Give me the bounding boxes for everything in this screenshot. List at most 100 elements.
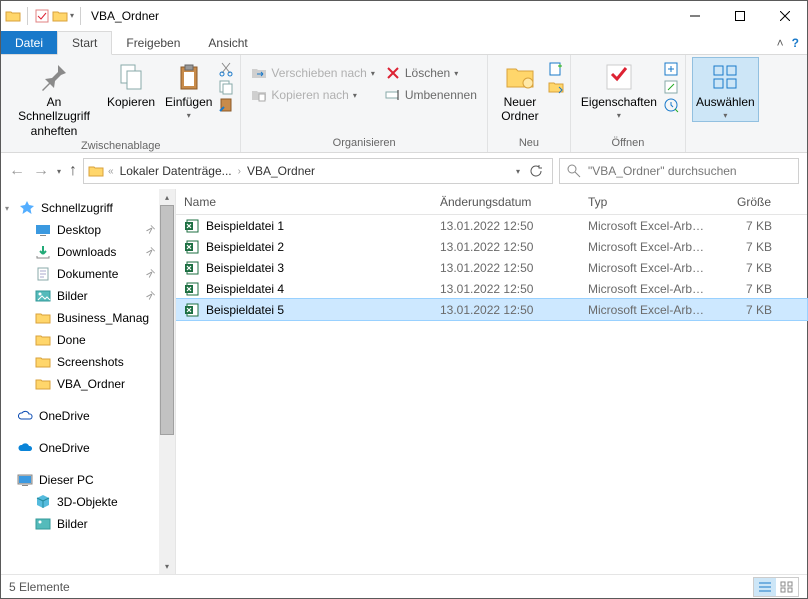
move-to-button[interactable]: Verschieben nach▾	[247, 63, 378, 83]
forward-button: →	[33, 162, 49, 180]
open-icon[interactable]	[663, 61, 679, 77]
easy-access-icon[interactable]	[548, 79, 564, 95]
downloads-icon	[35, 244, 51, 260]
excel-icon	[184, 302, 200, 318]
copyto-icon	[251, 87, 267, 103]
new-item-icon[interactable]	[548, 61, 564, 77]
group-organize-label: Organisieren	[333, 135, 396, 152]
file-type: Microsoft Excel-Arbe...	[580, 303, 714, 317]
new-folder-button[interactable]: Neuer Ordner	[494, 57, 546, 124]
search-box[interactable]: "VBA_Ordner" durchsuchen	[559, 158, 799, 184]
up-button[interactable]: ↑	[69, 162, 77, 180]
col-date[interactable]: Änderungsdatum	[432, 195, 580, 209]
qat-folder-icon[interactable]	[52, 8, 68, 24]
back-button[interactable]: ←	[9, 162, 25, 180]
col-type[interactable]: Typ	[580, 195, 714, 209]
pin-icon: ⊼	[143, 268, 156, 281]
close-button[interactable]	[762, 1, 807, 30]
address-bar[interactable]: « Lokaler Datenträge... › VBA_Ordner ▾	[83, 158, 553, 184]
new-folder-icon	[504, 61, 536, 93]
edit-icon[interactable]	[663, 79, 679, 95]
help-icon[interactable]: ?	[792, 36, 799, 50]
tree-pictures2[interactable]: Bilder	[1, 513, 175, 535]
properties-icon	[603, 61, 635, 93]
history-icon[interactable]	[663, 97, 679, 113]
col-size[interactable]: Größe	[714, 195, 780, 209]
paste-shortcut-icon[interactable]	[218, 97, 234, 113]
qat-dropdown-icon[interactable]: ▾	[70, 11, 74, 20]
file-size: 7 KB	[714, 261, 780, 275]
file-name: Beispieldatei 5	[206, 303, 284, 317]
file-row[interactable]: Beispieldatei 113.01.2022 12:50Microsoft…	[176, 215, 807, 236]
tree-done[interactable]: Done	[1, 329, 175, 351]
pc-icon	[17, 472, 33, 488]
delete-button[interactable]: Löschen▾	[381, 63, 481, 83]
select-icon	[709, 61, 741, 93]
tab-file[interactable]: Datei	[1, 31, 57, 54]
scroll-thumb[interactable]	[160, 205, 174, 435]
file-date: 13.01.2022 12:50	[432, 261, 580, 275]
copy-to-button[interactable]: Kopieren nach▾	[247, 85, 378, 105]
file-row[interactable]: Beispieldatei 413.01.2022 12:50Microsoft…	[176, 278, 807, 299]
search-icon	[566, 163, 582, 179]
tree-desktop[interactable]: Desktop⊼	[1, 219, 175, 241]
properties-button[interactable]: Eigenschaften ▾	[577, 57, 661, 121]
pin-quickaccess-button[interactable]: An Schnellzugriff anheften	[7, 57, 101, 138]
tab-view[interactable]: Ansicht	[194, 31, 261, 54]
tree-downloads[interactable]: Downloads⊼	[1, 241, 175, 263]
breadcrumb-folder[interactable]: VBA_Ordner	[245, 164, 317, 178]
pin-icon	[38, 61, 70, 93]
paste-button[interactable]: Einfügen ▾	[161, 57, 216, 121]
tree-scrollbar[interactable]: ▴ ▾	[159, 189, 175, 574]
file-date: 13.01.2022 12:50	[432, 240, 580, 254]
pin-icon: ⊼	[143, 224, 156, 237]
qat-checkbox-icon[interactable]	[34, 8, 50, 24]
ribbon-collapse-icon[interactable]: ˄	[777, 36, 784, 50]
tree-vba[interactable]: VBA_Ordner	[1, 373, 175, 395]
refresh-button[interactable]	[524, 164, 548, 178]
history-dropdown[interactable]: ▾	[57, 167, 61, 176]
tree-business[interactable]: Business_Manag	[1, 307, 175, 329]
tree-onedrive2[interactable]: OneDrive	[1, 437, 175, 459]
col-name[interactable]: Name	[176, 195, 432, 209]
title-bar: ▾ VBA_Ordner	[1, 1, 807, 31]
tab-start[interactable]: Start	[57, 31, 112, 55]
file-size: 7 KB	[714, 282, 780, 296]
nav-tree: ▾Schnellzugriff Desktop⊼ Downloads⊼ Doku…	[1, 189, 176, 574]
tree-thispc[interactable]: Dieser PC	[1, 469, 175, 491]
file-row[interactable]: Beispieldatei 313.01.2022 12:50Microsoft…	[176, 257, 807, 278]
tree-screenshots[interactable]: Screenshots	[1, 351, 175, 373]
view-details-button[interactable]	[754, 578, 776, 596]
group-open-label: Öffnen	[612, 135, 645, 152]
maximize-button[interactable]	[717, 1, 762, 30]
scroll-down-icon[interactable]: ▾	[165, 558, 169, 574]
tree-documents[interactable]: Dokumente⊼	[1, 263, 175, 285]
onedrive-icon	[17, 408, 33, 424]
address-dropdown[interactable]: ▾	[516, 167, 520, 176]
move-icon	[251, 65, 267, 81]
cut-icon[interactable]	[218, 61, 234, 77]
desktop-icon	[35, 222, 51, 238]
tab-share[interactable]: Freigeben	[112, 31, 194, 54]
file-type: Microsoft Excel-Arbe...	[580, 282, 714, 296]
tree-pictures[interactable]: Bilder⊼	[1, 285, 175, 307]
view-icons-button[interactable]	[776, 578, 798, 596]
file-date: 13.01.2022 12:50	[432, 303, 580, 317]
tree-3dobjects[interactable]: 3D-Objekte	[1, 491, 175, 513]
chevron-down-icon[interactable]: ▾	[5, 204, 9, 213]
scroll-up-icon[interactable]: ▴	[165, 189, 169, 205]
tree-onedrive1[interactable]: OneDrive	[1, 405, 175, 427]
file-row[interactable]: Beispieldatei 5 13.01.2022 12:50Microsoft…	[176, 299, 807, 320]
rename-button[interactable]: Umbenennen	[381, 85, 481, 105]
breadcrumb-drive[interactable]: Lokaler Datenträge...	[118, 164, 234, 178]
excel-icon	[184, 218, 200, 234]
copy-button[interactable]: Kopieren	[103, 57, 159, 109]
select-button[interactable]: Auswählen ▾	[692, 57, 759, 122]
copy-path-icon[interactable]	[218, 79, 234, 95]
nav-bar: ← → ▾ ↑ « Lokaler Datenträge... › VBA_Or…	[1, 153, 807, 189]
window-title: VBA_Ordner	[91, 9, 672, 23]
chevron-right-icon[interactable]: ›	[238, 166, 241, 177]
minimize-button[interactable]	[672, 1, 717, 30]
file-row[interactable]: Beispieldatei 213.01.2022 12:50Microsoft…	[176, 236, 807, 257]
tree-quickaccess[interactable]: ▾Schnellzugriff	[1, 197, 175, 219]
